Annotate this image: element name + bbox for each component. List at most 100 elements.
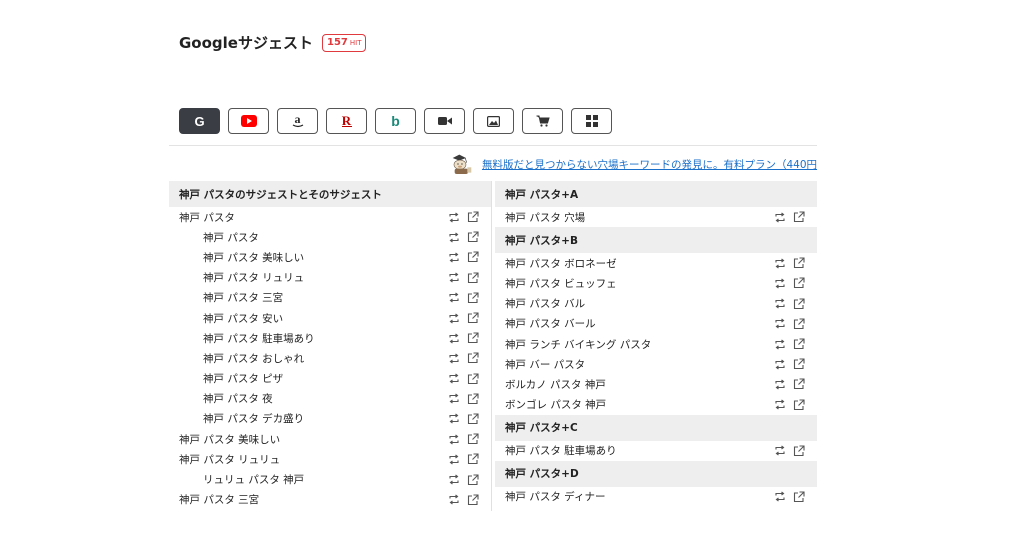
engine-rakuten-button[interactable]: R (326, 108, 367, 134)
keyword-text[interactable]: ボンゴレ パスタ 神戸 (505, 397, 817, 412)
repeat-icon[interactable] (774, 491, 786, 503)
keyword-text[interactable]: 神戸 パスタ バール (505, 316, 817, 331)
video-camera-icon (437, 117, 452, 125)
repeat-icon[interactable] (774, 445, 786, 457)
row-actions (448, 272, 479, 284)
external-link-icon[interactable] (467, 494, 479, 506)
repeat-icon[interactable] (774, 211, 786, 223)
keyword-text[interactable]: 神戸 パスタ リュリュ (179, 452, 491, 467)
row-actions (448, 292, 479, 304)
keyword-row: 神戸 パスタ リュリュ (169, 449, 491, 469)
external-link-icon[interactable] (793, 491, 805, 503)
keyword-row: 神戸 パスタ ボロネーゼ (495, 253, 817, 273)
row-actions (448, 433, 479, 445)
external-link-icon[interactable] (467, 352, 479, 364)
keyword-text[interactable]: ボルカノ パスタ 神戸 (505, 377, 817, 392)
external-link-icon[interactable] (467, 393, 479, 405)
repeat-icon[interactable] (448, 352, 460, 364)
keyword-text[interactable]: 神戸 パスタ (179, 210, 491, 225)
repeat-icon[interactable] (774, 257, 786, 269)
repeat-icon[interactable] (448, 494, 460, 506)
keyword-text[interactable]: 神戸 ランチ バイキング パスタ (505, 337, 817, 352)
keyword-text[interactable]: 神戸 パスタ バル (505, 296, 817, 311)
external-link-icon[interactable] (467, 211, 479, 223)
repeat-icon[interactable] (448, 231, 460, 243)
keyword-text[interactable]: 神戸 バー パスタ (505, 357, 817, 372)
engine-shopping-button[interactable] (522, 108, 563, 134)
repeat-icon[interactable] (448, 413, 460, 425)
page-title: Googleサジェスト 157 HIT (179, 32, 367, 53)
repeat-icon[interactable] (448, 251, 460, 263)
engine-apps-button[interactable] (571, 108, 612, 134)
row-actions (774, 338, 805, 350)
external-link-icon[interactable] (467, 473, 479, 486)
keyword-text[interactable]: 神戸 パスタ ビュッフェ (505, 276, 817, 291)
external-link-icon[interactable] (793, 338, 805, 350)
external-link-icon[interactable] (793, 378, 805, 390)
external-link-icon[interactable] (467, 312, 479, 324)
external-link-icon[interactable] (793, 445, 805, 457)
grid-icon (585, 115, 598, 127)
row-actions (448, 393, 479, 405)
amazon-letter: a (294, 111, 301, 126)
upgrade-plan-link[interactable]: 無料版だと見つからない穴場キーワードの発見に。有料プラン（440円 (482, 157, 817, 172)
engine-amazon-button[interactable]: a (277, 108, 318, 134)
engine-youtube-button[interactable] (228, 108, 269, 134)
keyword-text[interactable]: 神戸 パスタ ディナー (505, 489, 817, 504)
external-link-icon[interactable] (467, 433, 479, 445)
repeat-icon[interactable] (448, 453, 460, 465)
external-link-icon[interactable] (467, 413, 479, 425)
repeat-icon[interactable] (448, 312, 460, 324)
engine-google-button[interactable]: G (179, 108, 220, 134)
repeat-icon[interactable] (774, 358, 786, 370)
external-link-icon[interactable] (467, 373, 479, 385)
repeat-icon[interactable] (774, 399, 786, 411)
alphabet-section-list: 神戸 パスタ+A 神戸 パスタ 穴場 神戸 パスタ+B 神戸 パスタ ボロネーゼ… (495, 181, 817, 507)
keyword-text[interactable]: 神戸 パスタ 三宮 (179, 492, 491, 507)
external-link-icon[interactable] (793, 318, 805, 330)
keyword-text[interactable]: 神戸 パスタ ボロネーゼ (505, 256, 817, 271)
keyword-text[interactable]: 神戸 パスタ 美味しい (179, 432, 491, 447)
promo-banner: 無料版だと見つからない穴場キーワードの発見に。有料プラン（440円 (450, 149, 817, 179)
engine-image-button[interactable] (473, 108, 514, 134)
shopping-cart-icon (536, 115, 550, 127)
repeat-icon[interactable] (774, 298, 786, 310)
repeat-icon[interactable] (448, 292, 460, 304)
repeat-icon[interactable] (448, 474, 460, 486)
row-actions (448, 413, 479, 425)
external-link-icon[interactable] (793, 277, 805, 289)
repeat-icon[interactable] (448, 373, 460, 385)
repeat-icon[interactable] (448, 433, 460, 445)
repeat-icon[interactable] (774, 318, 786, 330)
bing-icon: b (391, 113, 400, 129)
engine-video-button[interactable] (424, 108, 465, 134)
amazon-icon: a (292, 111, 304, 128)
external-link-icon[interactable] (793, 358, 805, 370)
suggest-tree-list: 神戸 パスタ 神戸 パスタ 神戸 パスタ 美味しい 神戸 パスタ リュリュ 神戸… (169, 207, 491, 510)
keyword-row: 神戸 パスタ ディナー (495, 487, 817, 507)
external-link-icon[interactable] (467, 453, 479, 465)
repeat-icon[interactable] (448, 272, 460, 284)
external-link-icon[interactable] (467, 292, 479, 304)
external-link-icon[interactable] (467, 332, 479, 344)
external-link-icon[interactable] (467, 272, 479, 284)
keyword-row: 神戸 パスタ 安い (169, 308, 491, 328)
external-link-icon[interactable] (793, 298, 805, 310)
repeat-icon[interactable] (448, 393, 460, 405)
external-link-icon[interactable] (793, 257, 805, 269)
external-link-icon[interactable] (467, 251, 479, 263)
external-link-icon[interactable] (793, 399, 805, 411)
external-link-icon[interactable] (793, 211, 805, 223)
external-link-icon[interactable] (467, 231, 479, 243)
keyword-text[interactable]: 神戸 パスタ 駐車場あり (505, 443, 817, 458)
keyword-row: 神戸 ランチ バイキング パスタ (495, 334, 817, 354)
repeat-icon[interactable] (774, 378, 786, 390)
repeat-icon[interactable] (448, 332, 460, 344)
suggest-tree-column: 神戸 パスタのサジェストとそのサジェスト 神戸 パスタ 神戸 パスタ 神戸 パス… (169, 181, 491, 511)
keyword-text[interactable]: 神戸 パスタ 穴場 (505, 210, 817, 225)
section-header: 神戸 パスタ+D (495, 460, 817, 487)
repeat-icon[interactable] (448, 211, 460, 223)
repeat-icon[interactable] (774, 277, 786, 289)
repeat-icon[interactable] (774, 338, 786, 350)
engine-bing-button[interactable]: b (375, 108, 416, 134)
